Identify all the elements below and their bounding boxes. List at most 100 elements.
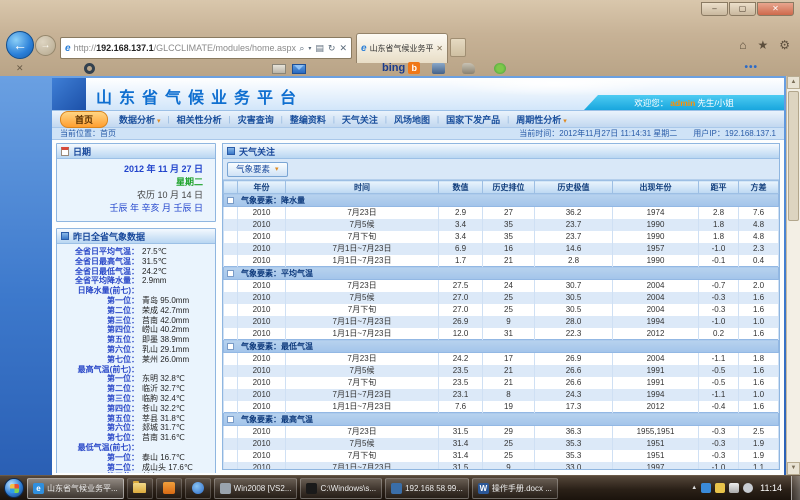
volume-icon[interactable]	[743, 483, 753, 493]
minimize-button[interactable]: –	[701, 2, 728, 16]
cell: 2004	[613, 353, 699, 365]
scroll-up-icon[interactable]: ▲	[787, 76, 800, 89]
group-row[interactable]: 气象要素：降水量	[224, 194, 779, 207]
expand-checkbox[interactable]	[227, 416, 234, 423]
taskbar-media-button[interactable]	[185, 478, 211, 499]
taskbar-window-0[interactable]: e山东省气候业务平...	[27, 478, 124, 499]
cell: 7月5候	[286, 292, 439, 304]
nav-item-0[interactable]: 首页	[60, 111, 108, 128]
cell: 2.8	[535, 255, 613, 267]
cell: 1994	[613, 389, 699, 401]
share-extension-icon[interactable]	[494, 63, 506, 74]
start-button[interactable]	[4, 478, 24, 498]
taskbar-window-label: 192.168.58.99...	[405, 484, 463, 493]
group-row[interactable]: 气象要素：平均气温	[224, 267, 779, 280]
cell: 2010	[238, 401, 286, 413]
taskbar-window-4[interactable]: W操作手册.docx ...	[472, 478, 558, 499]
taskbar-window-2[interactable]: C:\Windows\s...	[300, 478, 382, 499]
rank-label: 第四位：	[59, 325, 139, 335]
close-button[interactable]: ✕	[757, 2, 794, 16]
table-row: 20107月下旬27.02530.52004-0.31.6	[224, 304, 779, 316]
group-cell: 气象要素：平均气温	[224, 267, 779, 280]
nav-item-2[interactable]: 相关性分析	[170, 112, 229, 127]
stat-row-0: 全省日平均气温：27.5℃	[59, 247, 213, 257]
cell: 2.3	[739, 243, 779, 255]
refresh-icon[interactable]: ↻	[328, 43, 336, 54]
group-row[interactable]: 气象要素：最低气温	[224, 340, 779, 353]
rank-value: 莒南 42.0mm	[139, 316, 189, 326]
forward-button[interactable]: →	[35, 35, 56, 56]
nav-item-5[interactable]: 天气关注	[335, 112, 385, 127]
network-icon[interactable]	[729, 483, 739, 493]
scroll-down-icon[interactable]: ▼	[787, 462, 800, 475]
taskbar-folder-button[interactable]	[127, 478, 153, 499]
table-row: 20107月23日24.21726.92004-1.11.8	[224, 353, 779, 365]
cell: 19	[483, 401, 535, 413]
nav-item-6[interactable]: 风场地图	[387, 112, 437, 127]
rank-value: 崂山 40.2mm	[139, 325, 189, 335]
mail-gray-icon[interactable]	[272, 64, 286, 74]
tab-close-icon[interactable]: ✕	[436, 44, 443, 53]
toolbar-close-icon[interactable]: ✕	[16, 63, 24, 74]
address-bar[interactable]: e http://192.168.137.1/GLCCLIMATE/module…	[60, 37, 352, 59]
tab-title: 山东省气候业务平...	[370, 43, 434, 54]
home-icon[interactable]: ⌂	[739, 38, 746, 52]
taskbar-window-3[interactable]: 192.168.58.99...	[385, 478, 469, 499]
cell: 33.0	[535, 462, 613, 470]
expand-checkbox[interactable]	[227, 270, 234, 277]
vertical-scrollbar[interactable]: ▲ ▼	[786, 76, 800, 475]
nav-item-3[interactable]: 灾害查询	[231, 112, 281, 127]
media-player-icon	[192, 482, 204, 494]
rank-value: 莒南 31.6℃	[139, 433, 185, 443]
group-row[interactable]: 气象要素：最高气温	[224, 413, 779, 426]
addon-ring-icon[interactable]	[84, 63, 95, 74]
more-icon[interactable]: •••	[744, 62, 758, 73]
cell: 26.9	[439, 316, 483, 328]
rank-row: 第七位：莱州 26.0mm	[59, 355, 213, 365]
flag-icon[interactable]	[715, 483, 725, 493]
compatibility-view-icon[interactable]: ▤	[315, 43, 324, 54]
cell: 2010	[238, 243, 286, 255]
expand-checkbox[interactable]	[227, 343, 234, 350]
media-extension-icon[interactable]	[432, 63, 445, 74]
element-filter-button[interactable]: 气象要素 ▾	[227, 162, 288, 177]
rank-row: 第六位：乳山 29.1mm	[59, 345, 213, 355]
rank-value: 成山头 17.6℃	[139, 463, 193, 473]
table-header-row: 年份时间数值历史排位历史极值出现年份距平方差	[224, 181, 779, 194]
caret-down-icon: ▾	[563, 118, 567, 125]
hidden-icons-arrow[interactable]: ▲	[691, 485, 697, 491]
rank-label: 第三位：	[59, 394, 139, 404]
search-icon[interactable]: ⌕	[299, 43, 304, 54]
nav-item-1[interactable]: 数据分析▾	[112, 112, 168, 127]
expand-checkbox[interactable]	[227, 197, 234, 204]
stop-icon[interactable]: ✕	[339, 43, 347, 54]
taskbar-window-1[interactable]: Win2008 [VS2...	[214, 478, 298, 499]
row-select-cell	[224, 255, 238, 267]
rank-label: 第一位：	[59, 374, 139, 384]
cell: 9	[483, 462, 535, 470]
nav-item-8[interactable]: 周期性分析▾	[509, 112, 574, 127]
nav-item-4[interactable]: 整编资料	[283, 112, 333, 127]
scrollbar-thumb[interactable]	[788, 91, 799, 221]
back-button[interactable]: ←	[6, 31, 34, 59]
taskbar-orange-app-button[interactable]	[156, 478, 182, 499]
search-dropdown-icon[interactable]: ▾	[308, 45, 311, 52]
ie-icon: e	[33, 483, 44, 494]
paw-extension-icon[interactable]	[462, 63, 475, 74]
show-desktop-button[interactable]	[791, 476, 800, 500]
mail-blue-icon[interactable]	[292, 64, 306, 74]
nav-item-7[interactable]: 国家下发产品	[439, 112, 507, 127]
action-center-icon[interactable]	[701, 483, 711, 493]
breadcrumb-location: 当前位置：首页	[60, 128, 116, 139]
taskbar-clock[interactable]: 11:14	[757, 483, 787, 493]
cell: 2010	[238, 365, 286, 377]
bing-logo[interactable]: bing b	[382, 62, 420, 74]
tools-gear-icon[interactable]: ⚙	[779, 38, 790, 52]
table-row: 20107月5候3.43523.719901.84.8	[224, 219, 779, 231]
new-tab-button[interactable]	[450, 38, 466, 57]
browser-tab[interactable]: e 山东省气候业务平... ✕	[356, 33, 448, 63]
stat-value: 24.2℃	[139, 267, 167, 277]
cell: 2010	[238, 231, 286, 243]
favorites-star-icon[interactable]: ★	[757, 38, 768, 52]
maximize-button[interactable]: ▢	[729, 2, 756, 16]
